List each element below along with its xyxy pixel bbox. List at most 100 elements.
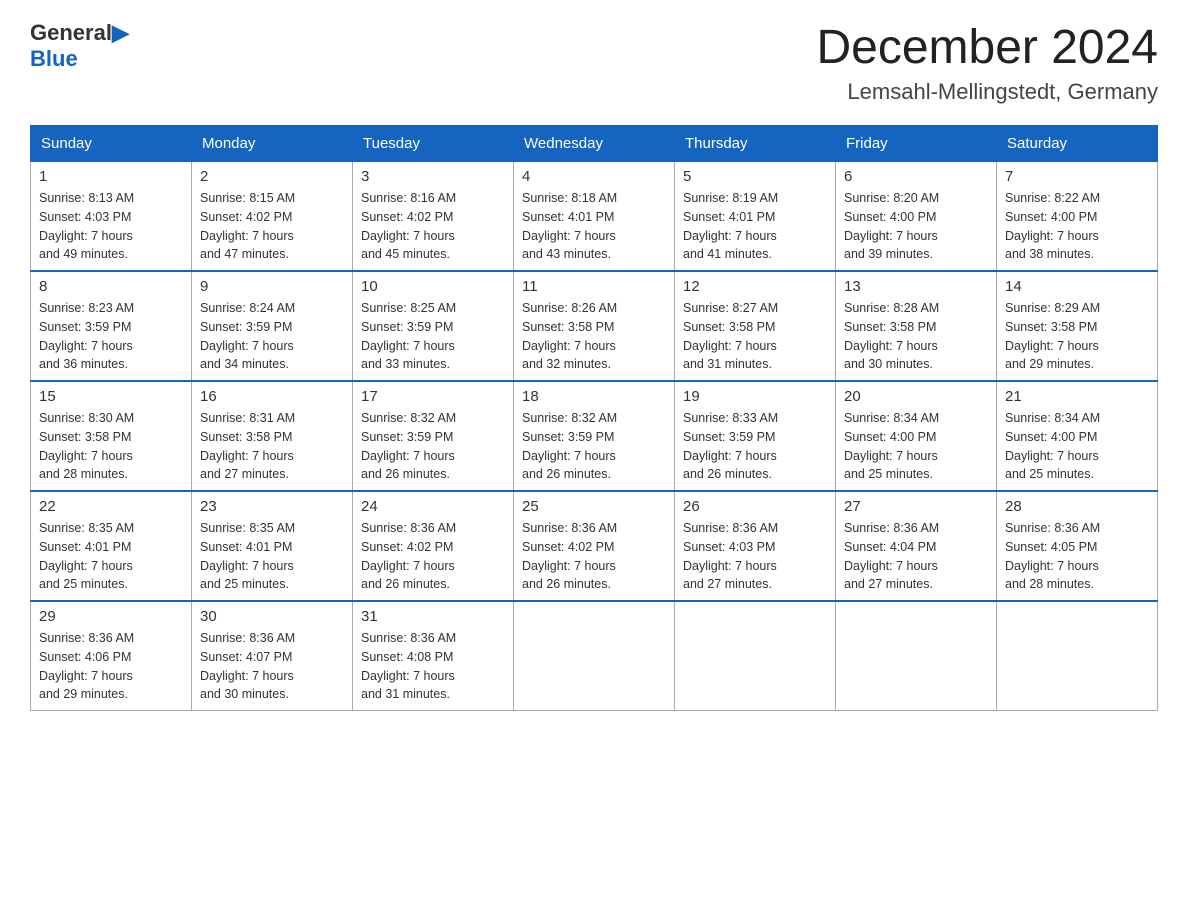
day-number: 18 [522,388,666,405]
calendar-day-header: Thursday [675,126,836,161]
calendar-cell: 4 Sunrise: 8:18 AM Sunset: 4:01 PM Dayli… [514,161,675,271]
day-info: Sunrise: 8:23 AM Sunset: 3:59 PM Dayligh… [39,299,183,374]
day-info: Sunrise: 8:35 AM Sunset: 4:01 PM Dayligh… [200,519,344,594]
day-info: Sunrise: 8:28 AM Sunset: 3:58 PM Dayligh… [844,299,988,374]
calendar-cell: 11 Sunrise: 8:26 AM Sunset: 3:58 PM Dayl… [514,271,675,381]
day-number: 23 [200,498,344,515]
calendar-cell [997,601,1158,711]
day-number: 1 [39,168,183,185]
day-info: Sunrise: 8:30 AM Sunset: 3:58 PM Dayligh… [39,409,183,484]
day-number: 11 [522,278,666,295]
location-title: Lemsahl-Mellingstedt, Germany [816,79,1158,105]
day-info: Sunrise: 8:32 AM Sunset: 3:59 PM Dayligh… [361,409,505,484]
day-number: 13 [844,278,988,295]
logo-text: General▶ Blue [30,20,129,72]
day-number: 29 [39,608,183,625]
day-number: 27 [844,498,988,515]
day-number: 6 [844,168,988,185]
calendar-cell: 10 Sunrise: 8:25 AM Sunset: 3:59 PM Dayl… [353,271,514,381]
calendar-day-header: Saturday [997,126,1158,161]
day-number: 20 [844,388,988,405]
calendar-day-header: Friday [836,126,997,161]
calendar-cell: 30 Sunrise: 8:36 AM Sunset: 4:07 PM Dayl… [192,601,353,711]
day-number: 21 [1005,388,1149,405]
calendar-cell: 20 Sunrise: 8:34 AM Sunset: 4:00 PM Dayl… [836,381,997,491]
logo-blue: ▶ [112,20,129,45]
calendar-week-row: 8 Sunrise: 8:23 AM Sunset: 3:59 PM Dayli… [31,271,1158,381]
logo-blue-text: Blue [30,46,78,71]
day-info: Sunrise: 8:22 AM Sunset: 4:00 PM Dayligh… [1005,189,1149,264]
calendar-cell: 24 Sunrise: 8:36 AM Sunset: 4:02 PM Dayl… [353,491,514,601]
day-info: Sunrise: 8:32 AM Sunset: 3:59 PM Dayligh… [522,409,666,484]
day-number: 19 [683,388,827,405]
day-number: 15 [39,388,183,405]
calendar-cell: 7 Sunrise: 8:22 AM Sunset: 4:00 PM Dayli… [997,161,1158,271]
day-info: Sunrise: 8:29 AM Sunset: 3:58 PM Dayligh… [1005,299,1149,374]
calendar-cell: 18 Sunrise: 8:32 AM Sunset: 3:59 PM Dayl… [514,381,675,491]
day-number: 3 [361,168,505,185]
day-info: Sunrise: 8:18 AM Sunset: 4:01 PM Dayligh… [522,189,666,264]
logo: General▶ Blue [30,20,129,72]
day-number: 31 [361,608,505,625]
calendar-cell: 27 Sunrise: 8:36 AM Sunset: 4:04 PM Dayl… [836,491,997,601]
calendar-cell: 28 Sunrise: 8:36 AM Sunset: 4:05 PM Dayl… [997,491,1158,601]
calendar-cell: 12 Sunrise: 8:27 AM Sunset: 3:58 PM Dayl… [675,271,836,381]
day-info: Sunrise: 8:36 AM Sunset: 4:08 PM Dayligh… [361,629,505,704]
day-info: Sunrise: 8:24 AM Sunset: 3:59 PM Dayligh… [200,299,344,374]
calendar-cell: 23 Sunrise: 8:35 AM Sunset: 4:01 PM Dayl… [192,491,353,601]
day-info: Sunrise: 8:27 AM Sunset: 3:58 PM Dayligh… [683,299,827,374]
day-number: 26 [683,498,827,515]
day-info: Sunrise: 8:25 AM Sunset: 3:59 PM Dayligh… [361,299,505,374]
calendar-cell [514,601,675,711]
day-number: 10 [361,278,505,295]
day-info: Sunrise: 8:36 AM Sunset: 4:07 PM Dayligh… [200,629,344,704]
calendar-week-row: 15 Sunrise: 8:30 AM Sunset: 3:58 PM Dayl… [31,381,1158,491]
page-header: General▶ Blue December 2024 Lemsahl-Mell… [30,20,1158,105]
day-info: Sunrise: 8:26 AM Sunset: 3:58 PM Dayligh… [522,299,666,374]
day-info: Sunrise: 8:36 AM Sunset: 4:03 PM Dayligh… [683,519,827,594]
calendar-day-header: Wednesday [514,126,675,161]
calendar-cell: 19 Sunrise: 8:33 AM Sunset: 3:59 PM Dayl… [675,381,836,491]
calendar-cell: 2 Sunrise: 8:15 AM Sunset: 4:02 PM Dayli… [192,161,353,271]
calendar-day-header: Tuesday [353,126,514,161]
day-info: Sunrise: 8:34 AM Sunset: 4:00 PM Dayligh… [844,409,988,484]
calendar-cell: 31 Sunrise: 8:36 AM Sunset: 4:08 PM Dayl… [353,601,514,711]
day-info: Sunrise: 8:31 AM Sunset: 3:58 PM Dayligh… [200,409,344,484]
day-info: Sunrise: 8:20 AM Sunset: 4:00 PM Dayligh… [844,189,988,264]
calendar-cell: 16 Sunrise: 8:31 AM Sunset: 3:58 PM Dayl… [192,381,353,491]
calendar-cell: 1 Sunrise: 8:13 AM Sunset: 4:03 PM Dayli… [31,161,192,271]
day-number: 9 [200,278,344,295]
day-number: 24 [361,498,505,515]
day-info: Sunrise: 8:36 AM Sunset: 4:05 PM Dayligh… [1005,519,1149,594]
day-number: 22 [39,498,183,515]
calendar-cell: 9 Sunrise: 8:24 AM Sunset: 3:59 PM Dayli… [192,271,353,381]
day-number: 25 [522,498,666,515]
day-info: Sunrise: 8:36 AM Sunset: 4:06 PM Dayligh… [39,629,183,704]
day-info: Sunrise: 8:16 AM Sunset: 4:02 PM Dayligh… [361,189,505,264]
title-block: December 2024 Lemsahl-Mellingstedt, Germ… [816,20,1158,105]
calendar-cell: 6 Sunrise: 8:20 AM Sunset: 4:00 PM Dayli… [836,161,997,271]
day-number: 14 [1005,278,1149,295]
calendar-cell: 21 Sunrise: 8:34 AM Sunset: 4:00 PM Dayl… [997,381,1158,491]
calendar-cell [836,601,997,711]
calendar-cell: 13 Sunrise: 8:28 AM Sunset: 3:58 PM Dayl… [836,271,997,381]
day-number: 2 [200,168,344,185]
day-number: 8 [39,278,183,295]
calendar-cell: 8 Sunrise: 8:23 AM Sunset: 3:59 PM Dayli… [31,271,192,381]
day-info: Sunrise: 8:13 AM Sunset: 4:03 PM Dayligh… [39,189,183,264]
calendar-cell: 5 Sunrise: 8:19 AM Sunset: 4:01 PM Dayli… [675,161,836,271]
calendar-week-row: 1 Sunrise: 8:13 AM Sunset: 4:03 PM Dayli… [31,161,1158,271]
day-info: Sunrise: 8:19 AM Sunset: 4:01 PM Dayligh… [683,189,827,264]
calendar-day-header: Monday [192,126,353,161]
calendar-header-row: SundayMondayTuesdayWednesdayThursdayFrid… [31,126,1158,161]
calendar-week-row: 29 Sunrise: 8:36 AM Sunset: 4:06 PM Dayl… [31,601,1158,711]
day-info: Sunrise: 8:36 AM Sunset: 4:04 PM Dayligh… [844,519,988,594]
day-info: Sunrise: 8:36 AM Sunset: 4:02 PM Dayligh… [522,519,666,594]
day-number: 7 [1005,168,1149,185]
day-number: 30 [200,608,344,625]
calendar-day-header: Sunday [31,126,192,161]
day-number: 4 [522,168,666,185]
day-info: Sunrise: 8:34 AM Sunset: 4:00 PM Dayligh… [1005,409,1149,484]
calendar-cell: 17 Sunrise: 8:32 AM Sunset: 3:59 PM Dayl… [353,381,514,491]
calendar-cell: 14 Sunrise: 8:29 AM Sunset: 3:58 PM Dayl… [997,271,1158,381]
